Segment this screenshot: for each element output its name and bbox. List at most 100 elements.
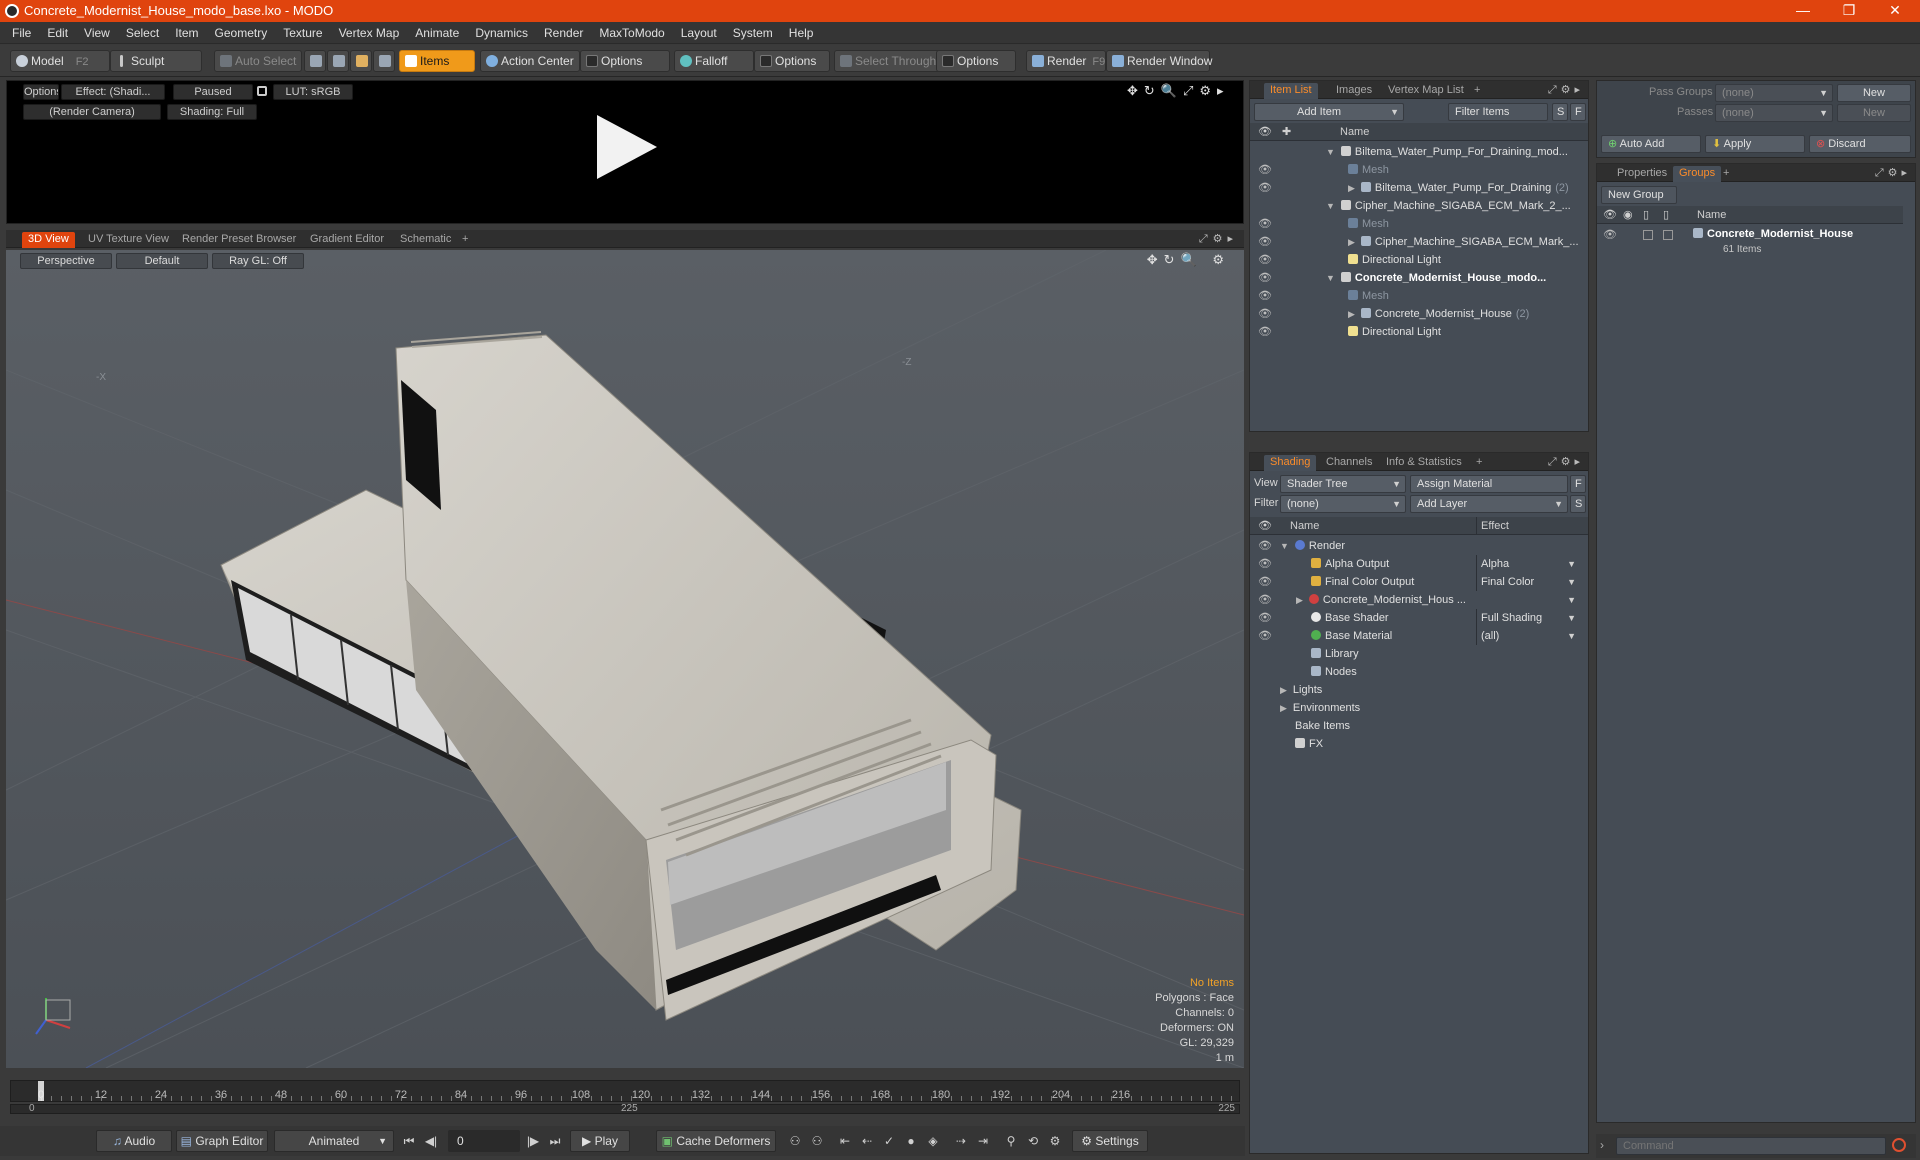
effect-dropdown[interactable]: Full Shading ▼ — [1476, 609, 1580, 627]
tab-shading[interactable]: Shading — [1264, 455, 1317, 471]
eye-icon[interactable]: 👁 — [1258, 287, 1272, 305]
check-icon[interactable]: ✓ — [880, 1132, 898, 1150]
items-mode-button[interactable]: Items — [399, 50, 475, 72]
tab-add[interactable]: + — [1717, 166, 1735, 182]
eye-icon[interactable]: 👁 — [1258, 323, 1272, 341]
add-item-dropdown[interactable]: Add Item ▼ — [1254, 103, 1404, 121]
sync-icon[interactable]: ⟲ — [1024, 1132, 1042, 1150]
eye-icon[interactable]: 👁 — [1258, 251, 1272, 269]
shader-row[interactable]: FX — [1250, 735, 1588, 753]
menu-help[interactable]: Help — [781, 22, 822, 44]
falloff-button[interactable]: Falloff — [674, 50, 754, 72]
tab-3d-view[interactable]: 3D View — [22, 232, 75, 248]
preview-camera-dropdown[interactable]: (Render Camera) — [23, 104, 161, 120]
eye-icon[interactable]: 👁 — [1258, 269, 1272, 287]
menu-geometry[interactable]: Geometry — [207, 22, 276, 44]
record-macro-icon[interactable] — [1892, 1138, 1906, 1152]
tab-schematic[interactable]: Schematic — [394, 232, 457, 248]
item-row[interactable]: ▼ Cipher_Machine_SIGABA_ECM_Mark_2_... — [1250, 197, 1588, 215]
tab-properties[interactable]: Properties — [1611, 166, 1673, 182]
shader-row[interactable]: Nodes — [1250, 663, 1588, 681]
f-button[interactable]: F — [1570, 475, 1586, 493]
render-window-button[interactable]: Render Window — [1106, 50, 1212, 72]
item-row[interactable]: 👁 ▶ Concrete_Modernist_House (2) — [1250, 305, 1588, 323]
item-row[interactable]: 👁 Directional Light — [1250, 323, 1588, 341]
lock-icon[interactable] — [257, 86, 267, 96]
preview-lut-dropdown[interactable]: LUT: sRGB — [273, 84, 353, 100]
chevron-right-icon[interactable]: ▶ — [1280, 703, 1287, 713]
shader-row[interactable]: ▶ Lights — [1250, 681, 1588, 699]
sculpt-mode-button[interactable]: Sculpt — [110, 50, 202, 72]
tab-add[interactable]: + — [1470, 455, 1488, 471]
edges-mode-button[interactable] — [327, 50, 349, 72]
record-icon[interactable]: ● — [902, 1132, 920, 1150]
menu-item[interactable]: Item — [167, 22, 206, 44]
menu-system[interactable]: System — [725, 22, 781, 44]
item-row[interactable]: 👁 ▼ Concrete_Modernist_House_modo... — [1250, 269, 1588, 287]
tab-vertex-map-list[interactable]: Vertex Map List — [1382, 83, 1470, 99]
close-button[interactable]: ✕ — [1872, 0, 1918, 22]
chevron-right-icon[interactable]: ▶ — [1348, 183, 1355, 193]
chevron-right-icon[interactable]: ▶ — [1348, 309, 1355, 319]
eye-icon[interactable]: 👁 — [1258, 591, 1272, 609]
eye-icon[interactable]: 👁 — [1258, 215, 1272, 233]
tab-render-preset-browser[interactable]: Render Preset Browser — [176, 232, 302, 248]
effect-dropdown[interactable]: Alpha ▼ — [1476, 555, 1580, 573]
ray-gl-toggle[interactable]: Ray GL: Off — [212, 253, 304, 269]
eye-icon[interactable]: 👁 — [1603, 226, 1617, 244]
chevron-right-icon[interactable]: ▶ — [1296, 595, 1303, 605]
settings-button[interactable]: ⚙ Settings — [1072, 1130, 1148, 1152]
step-back-icon[interactable]: ⇠ — [858, 1132, 876, 1150]
shader-row[interactable]: 👁 Base Material (all) ▼ — [1250, 627, 1588, 645]
step-forward-icon[interactable]: ⇢ — [952, 1132, 970, 1150]
eye-icon[interactable]: 👁 — [1258, 233, 1272, 251]
tab-channels[interactable]: Channels — [1320, 455, 1378, 471]
render-preview[interactable]: Options Effect: (Shadi... Paused LUT: sR… — [6, 80, 1244, 224]
eye-icon[interactable]: 👁 — [1258, 573, 1272, 591]
animated-dropdown[interactable]: Animated ▼ — [274, 1130, 394, 1152]
s-button[interactable]: S — [1570, 495, 1586, 513]
viewport-tab-controls[interactable]: ⤢⚙▸ — [1199, 232, 1238, 246]
play-button[interactable]: ▶ Play — [570, 1130, 630, 1152]
item-row[interactable]: 👁 ▶ Biltema_Water_Pump_For_Draining (2) — [1250, 179, 1588, 197]
next-key-icon[interactable]: |▶ — [524, 1132, 542, 1150]
view-dropdown[interactable]: Shader Tree ▼ — [1280, 475, 1406, 493]
polygons-mode-button[interactable] — [350, 50, 372, 72]
tab-add[interactable]: + — [1468, 83, 1486, 99]
auto-select-button[interactable]: Auto Select — [214, 50, 302, 72]
perspective-dropdown[interactable]: Perspective — [20, 253, 112, 269]
preview-paused-button[interactable]: Paused — [173, 84, 253, 100]
link-icon[interactable]: ⚲ — [1002, 1132, 1020, 1150]
shader-row[interactable]: 👁 Alpha Output Alpha ▼ — [1250, 555, 1588, 573]
menu-layout[interactable]: Layout — [673, 22, 725, 44]
chevron-right-icon[interactable]: ▶ — [1348, 237, 1355, 247]
goto-end-icon[interactable]: ⏭ — [546, 1132, 564, 1150]
tab-images[interactable]: Images — [1330, 83, 1378, 99]
effect-dropdown[interactable]: Final Color ▼ — [1476, 573, 1580, 591]
cache-deformers-button[interactable]: ▣ Cache Deformers — [656, 1130, 776, 1152]
tab-item-list[interactable]: Item List — [1264, 83, 1318, 99]
menu-select[interactable]: Select — [118, 22, 167, 44]
preview-shading-dropdown[interactable]: Shading: Full — [167, 104, 257, 120]
tab-add[interactable]: + — [456, 232, 474, 248]
new-pass-button[interactable]: New — [1837, 104, 1911, 122]
materials-mode-button[interactable] — [373, 50, 395, 72]
shader-row[interactable]: 👁 Final Color Output Final Color ▼ — [1250, 573, 1588, 591]
key-icon[interactable]: ⚇ — [786, 1132, 804, 1150]
chevron-down-icon[interactable]: ▼ — [1280, 541, 1289, 551]
filter-icon[interactable]: ⚙ — [1046, 1132, 1064, 1150]
timeline[interactable]: 0122436486072849610812013214415616818019… — [6, 1078, 1244, 1118]
menu-edit[interactable]: Edit — [39, 22, 76, 44]
shader-row[interactable]: 👁 ▶ Concrete_Modernist_Hous ... ▼ — [1250, 591, 1588, 609]
checkbox-icon[interactable] — [1663, 230, 1673, 240]
viewport-nav-icons[interactable]: ✥↻🔍 ⚙ — [1147, 252, 1230, 268]
panel-controls[interactable]: ⤢⚙▸ — [1875, 166, 1911, 180]
new-group-button[interactable]: New Group — [1601, 186, 1677, 204]
discard-button[interactable]: ⊗ Discard — [1809, 135, 1911, 153]
eye-icon[interactable]: 👁 — [1258, 627, 1272, 645]
prev-key-icon[interactable]: ◀| — [422, 1132, 440, 1150]
shader-row[interactable]: 👁 Base Shader Full Shading ▼ — [1250, 609, 1588, 627]
filter-items-input[interactable]: Filter Items — [1448, 103, 1548, 121]
passes-dropdown[interactable]: (none) ▼ — [1715, 104, 1833, 122]
tab-uv-texture-view[interactable]: UV Texture View — [82, 232, 175, 248]
